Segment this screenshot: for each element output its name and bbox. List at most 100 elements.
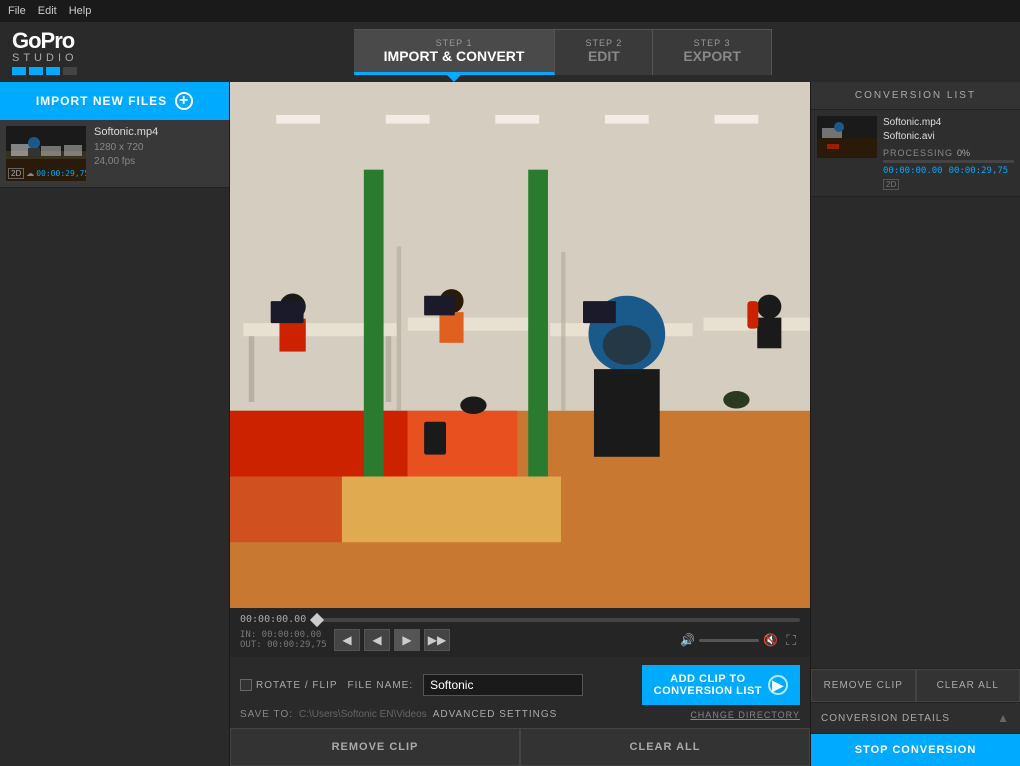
conv-remove-clip-button[interactable]: REMOVE CLIP (811, 669, 916, 702)
conv-filename1: Softonic.mp4 (883, 116, 1014, 130)
conversion-info: Softonic.mp4 Softonic.avi PROCESSING 0% … (883, 116, 1014, 190)
clip-cloud-icon: ☁ (26, 169, 34, 178)
conv-thumb-svg (817, 116, 877, 158)
rotate-flip-label: ROTATE / FLIP (256, 680, 338, 691)
video-scene-svg (230, 82, 810, 608)
step3-num: STEP 3 (683, 38, 741, 48)
clip-fps: 24,00 fps (94, 155, 223, 169)
mute-icon: 🔇 (763, 633, 778, 647)
conv-status-label: PROCESSING (883, 148, 953, 158)
timeline-track[interactable] (312, 618, 800, 622)
add-clip-to-conversion-button[interactable]: ADD CLIP TO CONVERSION LIST ▶ (642, 665, 800, 705)
remove-clip-button[interactable]: REMOVE CLIP (230, 728, 520, 766)
clip-2d-badge: 2D (8, 168, 24, 179)
in-point: IN: 00:00:00.00 (240, 630, 330, 640)
conv-details-label: CONVERSION DETAILS (821, 713, 950, 724)
volume-area: 🔊 🔇 (680, 633, 778, 647)
prev-frame-button[interactable]: ◀ (334, 629, 360, 651)
clip-resolution: 1280 x 720 (94, 141, 223, 155)
step1-arrow (444, 72, 464, 82)
footer-buttons: REMOVE CLIP CLEAR ALL (230, 728, 810, 766)
logo-product: STUDIO (12, 52, 78, 64)
out-point: OUT: 00:00:29,75 (240, 640, 330, 650)
conv-time1: 00:00:00.00 (883, 166, 943, 176)
step1-label: IMPORT & CONVERT (384, 48, 525, 64)
controls-row: IN: 00:00:00.00 OUT: 00:00:29,75 ◀ ◀ ▶ ▶… (240, 629, 800, 651)
conversion-list-item[interactable]: Softonic.mp4 Softonic.avi PROCESSING 0% … (811, 110, 1020, 197)
change-directory-button[interactable]: CHANGE DIRECTORY (690, 710, 800, 720)
volume-icon: 🔊 (680, 633, 695, 647)
left-sidebar: IMPORT NEW FILES + (0, 82, 230, 766)
header: GoPro STUDIO STEP 1 IMPORT & CONVERT STE… (0, 22, 1020, 82)
rotate-flip-control[interactable]: ROTATE / FLIP (240, 679, 338, 691)
conv-status-row: PROCESSING 0% (883, 148, 1014, 158)
tab-edit[interactable]: STEP 2 EDIT (555, 29, 653, 75)
plus-icon: + (175, 92, 193, 110)
step2-label: EDIT (585, 48, 622, 64)
logo-brand: GoPro (12, 30, 78, 52)
save-path: C:\Users\Softonic EN\Videos (299, 709, 427, 720)
right-spacer (811, 197, 1020, 668)
rotate-checkbox[interactable] (240, 679, 252, 691)
volume-slider[interactable] (699, 639, 759, 642)
import-new-files-button[interactable]: IMPORT NEW FILES + (0, 82, 229, 120)
import-label: IMPORT NEW FILES (36, 94, 167, 108)
file-name-input[interactable] (423, 674, 583, 696)
step2-num: STEP 2 (585, 38, 622, 48)
in-out-info: IN: 00:00:00.00 OUT: 00:00:29,75 (240, 630, 330, 650)
rewind-button[interactable]: ◀ (364, 629, 390, 651)
conv-details-expand-icon[interactable]: ▲ (997, 711, 1010, 725)
conversion-action-buttons: REMOVE CLIP CLEAR ALL (811, 668, 1020, 702)
conv-2d-badge: 2D (883, 179, 899, 190)
right-sidebar: CONVERSION LIST Softonic.mp4 Softonic.av… (810, 82, 1020, 766)
tab-export[interactable]: STEP 3 EXPORT (653, 29, 772, 75)
advanced-settings-button[interactable]: ADVANCED SETTINGS (433, 709, 558, 720)
conversion-thumbnail (817, 116, 877, 158)
playhead (310, 612, 324, 626)
tab-import-convert[interactable]: STEP 1 IMPORT & CONVERT (354, 29, 556, 75)
conversion-list-header: CONVERSION LIST (811, 82, 1020, 110)
stop-conversion-button[interactable]: STOP CONVERSION (811, 734, 1020, 766)
conv-filename2: Softonic.avi (883, 130, 1014, 144)
clear-all-button[interactable]: CLEAR ALL (520, 728, 810, 766)
save-to-label: SAVE TO: (240, 709, 293, 720)
timeline-row: 00:00:00.00 (240, 614, 800, 625)
menu-bar[interactable]: File Edit Help (8, 5, 91, 17)
conv-badges: 2D (883, 179, 1014, 190)
main-layout: IMPORT NEW FILES + (0, 82, 1020, 766)
clip-duration-badge: 00:00:29,75 (36, 169, 86, 178)
clip-name: Softonic.mp4 (94, 126, 223, 138)
add-clip-line1: ADD CLIP TO (654, 673, 762, 685)
steps-nav: STEP 1 IMPORT & CONVERT STEP 2 EDIT STEP… (118, 29, 1008, 75)
bottom-row2: SAVE TO: C:\Users\Softonic EN\Videos ADV… (240, 709, 800, 720)
clip-thumbnail: 2D ☁ 00:00:29,75 (6, 126, 86, 181)
add-clip-circle-icon: ▶ (768, 675, 788, 695)
logo-squares (12, 67, 78, 75)
playback-bar: 00:00:00.00 IN: 00:00:00.00 OUT: 00:00:2… (230, 608, 810, 657)
conv-times: 00:00:00.00 00:00:29,75 (883, 166, 1014, 176)
menu-file[interactable]: File (8, 5, 26, 17)
conversion-details-header: CONVERSION DETAILS ▲ (811, 702, 1020, 734)
center-area: 00:00:00.00 IN: 00:00:00.00 OUT: 00:00:2… (230, 82, 810, 766)
conv-progress-bar (883, 160, 1014, 163)
menu-help[interactable]: Help (69, 5, 92, 17)
logo-sq-3 (46, 67, 60, 75)
conv-time2: 00:00:29,75 (949, 166, 1009, 176)
bottom-controls: ROTATE / FLIP FILE NAME: ADD CLIP TO CON… (230, 657, 810, 728)
step1-num: STEP 1 (384, 38, 525, 48)
logo-sq-1 (12, 67, 26, 75)
conv-progress-val: 0% (957, 148, 970, 158)
conv-clear-all-button[interactable]: CLEAR ALL (916, 669, 1020, 702)
add-clip-line2: CONVERSION LIST (654, 685, 762, 697)
logo-sq-4 (63, 67, 77, 75)
play-button[interactable]: ▶ (394, 629, 420, 651)
video-container (230, 82, 810, 608)
logo-sq-2 (29, 67, 43, 75)
step3-label: EXPORT (683, 48, 741, 64)
clip-info: Softonic.mp4 1280 x 720 24,00 fps (94, 126, 223, 181)
fast-forward-button[interactable]: ▶▶ (424, 629, 450, 651)
clip-list-item[interactable]: 2D ☁ 00:00:29,75 Softonic.mp4 1280 x 720… (0, 120, 229, 188)
fullscreen-button[interactable]: ⛶ (782, 630, 800, 651)
menu-edit[interactable]: Edit (38, 5, 57, 17)
title-bar: File Edit Help (0, 0, 1020, 22)
